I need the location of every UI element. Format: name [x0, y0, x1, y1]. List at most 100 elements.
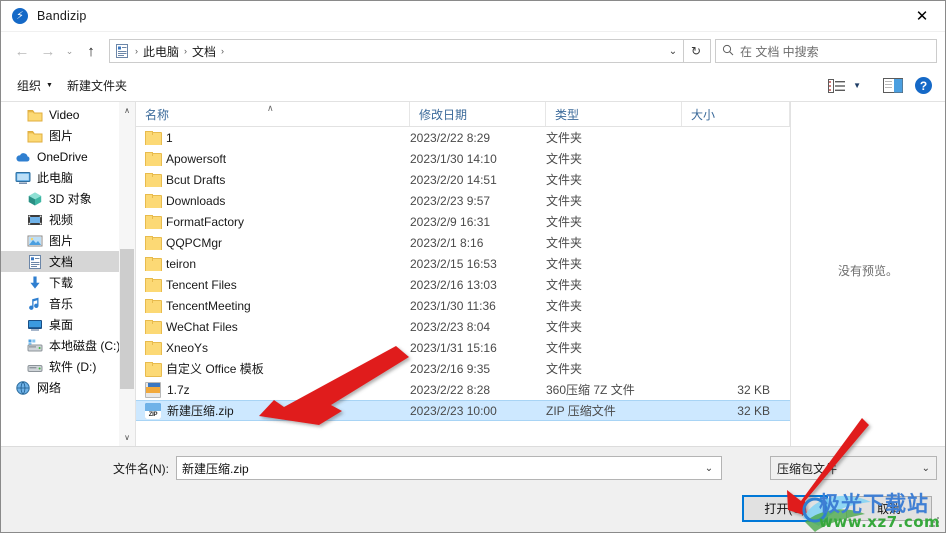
file-name: QQPCMgr: [166, 235, 223, 250]
sidebar-scrollbar[interactable]: ∧ ∨: [119, 102, 135, 446]
breadcrumb[interactable]: › 此电脑 › 文档 › ⌄ ↻: [109, 39, 711, 63]
file-date: 2023/2/23 8:04: [410, 319, 491, 334]
zip-file-icon: ZIP: [145, 402, 161, 419]
recent-locations-chevron-down-icon[interactable]: ⌄: [61, 38, 78, 64]
open-button[interactable]: 打开(O): [742, 495, 828, 522]
filetype-select[interactable]: 压缩包文件 ⌄: [770, 456, 937, 480]
sidebar-item-8[interactable]: 下载: [1, 272, 135, 293]
table-row[interactable]: Downloads 2023/2/23 9:57 文件夹: [136, 190, 790, 211]
sidebar-item-5[interactable]: 视频: [1, 209, 135, 230]
sidebar-item-4[interactable]: 3D 对象: [1, 188, 135, 209]
file-date: 2023/2/22 8:29: [410, 130, 491, 145]
sidebar-item-2[interactable]: OneDrive: [1, 146, 135, 167]
scrollbar-thumb[interactable]: [120, 249, 134, 389]
documents-icon: [27, 254, 43, 270]
breadcrumb-item-1[interactable]: 文档: [189, 43, 219, 60]
search-input[interactable]: 在 文档 中搜索: [715, 39, 937, 63]
preview-pane-toggle-icon[interactable]: [879, 74, 907, 98]
file-type: 360压缩 7Z 文件: [546, 383, 635, 397]
sidebar-item-1[interactable]: 图片: [1, 125, 135, 146]
column-header-size[interactable]: 大小: [682, 102, 790, 126]
sidebar-item-label: OneDrive: [37, 149, 88, 164]
sidebar-item-7[interactable]: 文档: [1, 251, 135, 272]
folder-icon: [145, 299, 162, 313]
table-row[interactable]: 1.7z 2023/2/22 8:28 360压缩 7Z 文件 32 KB: [136, 379, 790, 400]
downloads-icon: [27, 275, 43, 291]
refresh-icon[interactable]: ↻: [683, 39, 708, 63]
sidebar-item-label: 视频: [49, 213, 74, 227]
sidebar-item-6[interactable]: 图片: [1, 230, 135, 251]
folder-icon: [27, 128, 43, 144]
file-name-cell: Bcut Drafts: [136, 173, 410, 187]
table-row[interactable]: Apowersoft 2023/1/30 14:10 文件夹: [136, 148, 790, 169]
breadcrumb-chevron-down-icon[interactable]: ⌄: [663, 46, 683, 57]
filetype-value: 压缩包文件: [777, 461, 838, 476]
file-name-cell: XneoYs: [136, 341, 410, 355]
file-name: TencentMeeting: [166, 298, 251, 313]
file-date: 2023/2/1 8:16: [410, 235, 484, 250]
scroll-down-icon[interactable]: ∨: [119, 429, 135, 446]
file-size: 32 KB: [737, 403, 770, 418]
sidebar-item-12[interactable]: 软件 (D:): [1, 356, 135, 377]
close-icon[interactable]: ✕: [899, 1, 945, 32]
table-row[interactable]: FormatFactory 2023/2/9 16:31 文件夹: [136, 211, 790, 232]
file-name-cell: Apowersoft: [136, 152, 410, 166]
sidebar-item-label: 本地磁盘 (C:): [49, 339, 121, 353]
sidebar-item-0[interactable]: Video: [1, 104, 135, 125]
sidebar-item-11[interactable]: 本地磁盘 (C:): [1, 335, 135, 356]
help-icon[interactable]: ?: [915, 77, 932, 94]
videos-icon: [27, 212, 43, 228]
view-options-button[interactable]: [824, 74, 849, 98]
table-row[interactable]: Tencent Files 2023/2/16 13:03 文件夹: [136, 274, 790, 295]
forward-button[interactable]: →: [35, 38, 61, 64]
table-row[interactable]: 自定义 Office 模板 2023/2/16 9:35 文件夹: [136, 358, 790, 379]
column-header-date[interactable]: 修改日期: [410, 102, 546, 126]
table-row[interactable]: QQPCMgr 2023/2/1 8:16 文件夹: [136, 232, 790, 253]
table-row[interactable]: XneoYs 2023/1/31 15:16 文件夹: [136, 337, 790, 358]
folder-icon: [145, 362, 162, 377]
file-name: XneoYs: [166, 340, 209, 355]
sidebar-item-3[interactable]: 此电脑: [1, 167, 135, 188]
file-name: Bcut Drafts: [166, 172, 226, 187]
sidebar-item-9[interactable]: 音乐: [1, 293, 135, 314]
file-name-cell: teiron: [136, 257, 410, 271]
breadcrumb-item-0[interactable]: 此电脑: [140, 43, 182, 60]
navigation-tree: Video 图片 OneDrive 此电脑 3D 对象 视频 图片 文档 下载 音乐 桌面 本地磁盘 …: [1, 104, 135, 398]
up-button[interactable]: ↑: [78, 38, 104, 64]
table-row[interactable]: Bcut Drafts 2023/2/20 14:51 文件夹: [136, 169, 790, 190]
table-row[interactable]: TencentMeeting 2023/1/30 11:36 文件夹: [136, 295, 790, 316]
file-name: FormatFactory: [166, 214, 245, 229]
folder-icon: [145, 215, 162, 229]
file-name: teiron: [166, 256, 197, 271]
file-date: 2023/2/22 8:28: [410, 382, 491, 397]
back-button[interactable]: ←: [9, 38, 35, 64]
view-options-chevron-down-icon[interactable]: ▼: [849, 74, 865, 98]
organize-button[interactable]: 组织 ▼: [10, 74, 60, 97]
file-name: Tencent Files: [166, 277, 237, 292]
column-header-type[interactable]: 类型: [546, 102, 682, 126]
folder-icon: [145, 257, 162, 271]
sidebar-item-10[interactable]: 桌面: [1, 314, 135, 335]
scrollbar-track[interactable]: [119, 119, 135, 429]
table-row[interactable]: teiron 2023/2/15 16:53 文件夹: [136, 253, 790, 274]
preview-empty-message: 没有预览。: [837, 264, 898, 278]
sidebar-item-label: 桌面: [49, 318, 74, 332]
preview-pane: 没有预览。: [790, 102, 945, 446]
sidebar-item-label: 网络: [37, 381, 62, 395]
table-row[interactable]: ZIP 新建压缩.zip 2023/2/23 10:00 ZIP 压缩文件 32 KB: [136, 400, 790, 421]
title-bar: ⚡ Bandizip ✕: [1, 1, 945, 32]
cancel-button[interactable]: 取消: [846, 496, 932, 521]
computer-icon: [15, 170, 31, 186]
sidebar-item-13[interactable]: 网络: [1, 377, 135, 398]
filename-chevron-down-icon[interactable]: ⌄: [701, 463, 717, 474]
file-type: 文件夹: [546, 320, 583, 334]
search-placeholder: 在 文档 中搜索: [740, 44, 819, 59]
file-name-cell: FormatFactory: [136, 215, 410, 229]
filename-input[interactable]: 新建压缩.zip: [176, 456, 722, 480]
scroll-up-icon[interactable]: ∧: [119, 102, 135, 119]
table-row[interactable]: WeChat Files 2023/2/23 8:04 文件夹: [136, 316, 790, 337]
window-title: Bandizip: [37, 9, 87, 23]
file-name: Apowersoft: [166, 151, 227, 166]
new-folder-button[interactable]: 新建文件夹: [60, 74, 134, 97]
table-row[interactable]: 1 2023/2/22 8:29 文件夹: [136, 127, 790, 148]
